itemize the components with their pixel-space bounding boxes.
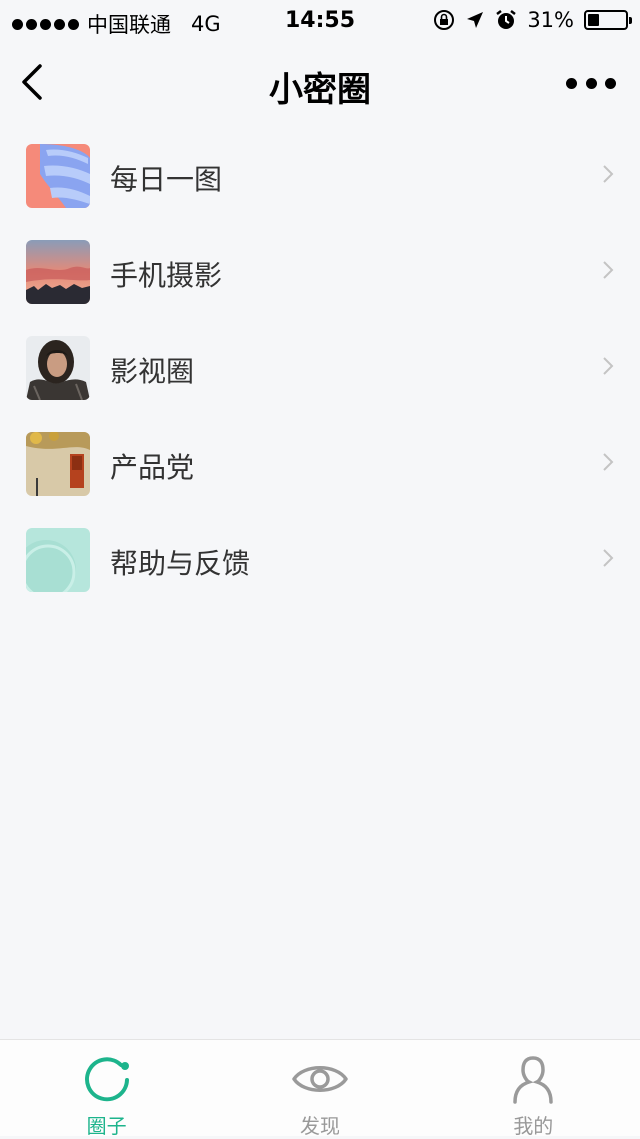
chevron-right-icon	[603, 453, 614, 471]
eye-icon	[292, 1066, 348, 1092]
thumbnail-film-circle	[26, 336, 90, 400]
tab-label: 我的	[513, 1114, 554, 1138]
tab-label: 发现	[299, 1114, 340, 1138]
list-item-mobile-photography[interactable]: 手机摄影	[0, 224, 640, 320]
battery-percent: 31%	[527, 8, 574, 32]
list-item-label: 手机摄影	[110, 259, 223, 292]
tab-discover[interactable]: 发现	[213, 1040, 426, 1138]
chevron-right-icon	[603, 261, 614, 279]
more-button[interactable]	[566, 68, 616, 98]
more-dot	[585, 77, 597, 89]
list-item-label: 帮助与反馈	[110, 547, 251, 580]
navigation-bar: 小密圈	[0, 40, 640, 128]
page-title: 小密圈	[269, 70, 371, 110]
rotation-lock-icon	[434, 10, 455, 30]
list-item-film-circle[interactable]: 影视圈	[0, 320, 640, 416]
chevron-right-icon	[603, 549, 614, 567]
location-icon	[467, 12, 484, 28]
list-item-product-party[interactable]: 产品党	[0, 416, 640, 512]
list-item-help-feedback[interactable]: 帮助与反馈	[0, 512, 640, 608]
list-item-label: 产品党	[110, 451, 195, 484]
list-item-daily-picture[interactable]: 每日一图	[0, 128, 640, 224]
chevron-right-icon	[603, 165, 614, 183]
more-dot	[605, 77, 616, 89]
more-dot	[566, 77, 577, 89]
battery-icon	[584, 10, 632, 30]
list-item-label: 影视圈	[110, 355, 195, 388]
thumbnail-help-feedback	[26, 528, 90, 592]
alarm-icon	[496, 10, 517, 29]
circle-icon	[84, 1057, 129, 1102]
chevron-right-icon	[603, 357, 614, 375]
thumbnail-product-party	[26, 432, 90, 496]
tab-bar: 圈子 发现 我的	[0, 1039, 640, 1138]
tab-circles[interactable]: 圈子	[0, 1040, 213, 1138]
list-item-label: 每日一图	[110, 163, 223, 196]
tab-mine[interactable]: 我的	[427, 1040, 640, 1138]
tab-label: 圈子	[86, 1114, 127, 1138]
circle-list: 每日一图 手机摄影 影视圈 产品党 帮助与反馈	[0, 128, 640, 608]
status-bar: 中国联通 4G 14:55 31%	[0, 0, 640, 40]
person-icon	[513, 1056, 554, 1104]
status-right: 31%	[433, 8, 632, 32]
thumbnail-mobile-photography	[26, 240, 90, 304]
thumbnail-daily-picture	[26, 144, 90, 208]
battery-fill	[588, 14, 599, 26]
